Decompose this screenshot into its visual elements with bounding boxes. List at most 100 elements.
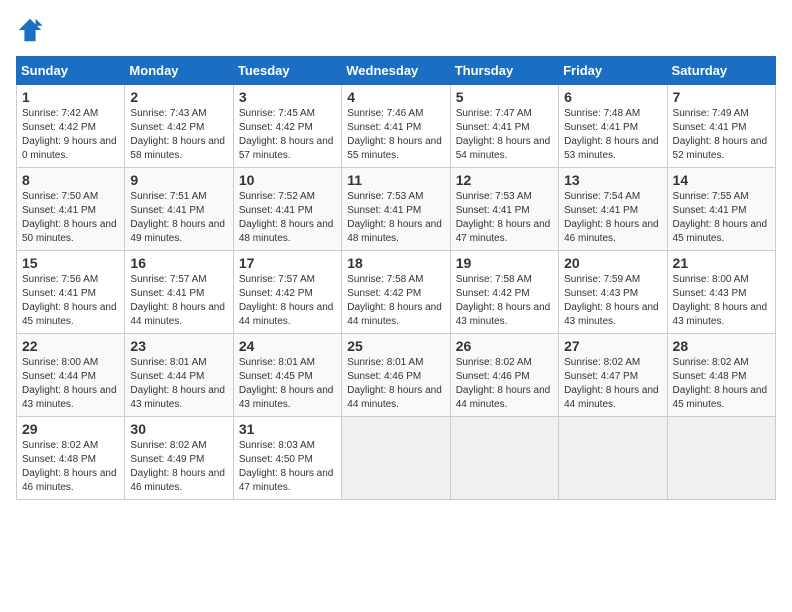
header-wednesday: Wednesday [342, 57, 450, 85]
week-row-2: 8Sunrise: 7:50 AMSunset: 4:41 PMDaylight… [17, 168, 776, 251]
day-cell [450, 417, 558, 500]
week-row-1: 1 Sunrise: 7:42 AMSunset: 4:42 PMDaylight… [17, 85, 776, 168]
day-info: Sunrise: 7:43 AMSunset: 4:42 PMDaylight:… [130, 107, 227, 163]
day-info: Sunrise: 7:57 AMSunset: 4:41 PMDaylight:… [130, 273, 227, 329]
day-info: Sunrise: 8:02 AMSunset: 4:49 PMDaylight:… [130, 439, 227, 495]
day-info: Sunrise: 8:00 AMSunset: 4:43 PMDaylight:… [673, 273, 770, 329]
day-cell: 21 Sunrise: 8:00 AMSunset: 4:43 PMDayligh… [667, 251, 775, 334]
day-info: Sunrise: 7:52 AMSunset: 4:41 PMDaylight:… [239, 190, 336, 246]
day-info: Sunrise: 7:54 AMSunset: 4:41 PMDaylight:… [564, 190, 661, 246]
header-monday: Monday [125, 57, 233, 85]
day-cell: 30 Sunrise: 8:02 AMSunset: 4:49 PMDayligh… [125, 417, 233, 500]
day-number: 15 [22, 255, 119, 271]
day-number: 1 [22, 89, 119, 105]
day-cell: 25 Sunrise: 8:01 AMSunset: 4:46 PMDayligh… [342, 334, 450, 417]
day-number: 18 [347, 255, 444, 271]
calendar-table: SundayMondayTuesdayWednesdayThursdayFrid… [16, 56, 776, 500]
day-cell: 23 Sunrise: 8:01 AMSunset: 4:44 PMDayligh… [125, 334, 233, 417]
day-info: Sunrise: 7:49 AMSunset: 4:41 PMDaylight:… [673, 107, 770, 163]
day-cell: 7 Sunrise: 7:49 AMSunset: 4:41 PMDaylight… [667, 85, 775, 168]
day-info: Sunrise: 7:42 AMSunset: 4:42 PMDaylight:… [22, 107, 119, 163]
day-info: Sunrise: 7:53 AMSunset: 4:41 PMDaylight:… [347, 190, 444, 246]
day-cell: 20 Sunrise: 7:59 AMSunset: 4:43 PMDayligh… [559, 251, 667, 334]
day-number: 29 [22, 421, 119, 437]
day-info: Sunrise: 8:01 AMSunset: 4:46 PMDaylight:… [347, 356, 444, 412]
day-cell: 15Sunrise: 7:56 AMSunset: 4:41 PMDayligh… [17, 251, 125, 334]
day-cell: 19 Sunrise: 7:58 AMSunset: 4:42 PMDayligh… [450, 251, 558, 334]
day-cell: 22Sunrise: 8:00 AMSunset: 4:44 PMDayligh… [17, 334, 125, 417]
day-number: 12 [456, 172, 553, 188]
day-info: Sunrise: 7:50 AMSunset: 4:41 PMDaylight:… [22, 190, 119, 246]
logo [16, 16, 48, 44]
day-number: 30 [130, 421, 227, 437]
day-cell: 5 Sunrise: 7:47 AMSunset: 4:41 PMDaylight… [450, 85, 558, 168]
day-cell: 4Sunrise: 7:46 AMSunset: 4:41 PMDaylight… [342, 85, 450, 168]
day-info: Sunrise: 7:59 AMSunset: 4:43 PMDaylight:… [564, 273, 661, 329]
header-saturday: Saturday [667, 57, 775, 85]
day-number: 21 [673, 255, 770, 271]
week-row-3: 15Sunrise: 7:56 AMSunset: 4:41 PMDayligh… [17, 251, 776, 334]
day-info: Sunrise: 7:58 AMSunset: 4:42 PMDaylight:… [456, 273, 553, 329]
day-number: 31 [239, 421, 336, 437]
day-number: 14 [673, 172, 770, 188]
day-info: Sunrise: 8:03 AMSunset: 4:50 PMDaylight:… [239, 439, 336, 495]
day-number: 13 [564, 172, 661, 188]
day-info: Sunrise: 7:58 AMSunset: 4:42 PMDaylight:… [347, 273, 444, 329]
day-cell [342, 417, 450, 500]
days-header-row: SundayMondayTuesdayWednesdayThursdayFrid… [17, 57, 776, 85]
day-number: 17 [239, 255, 336, 271]
day-number: 25 [347, 338, 444, 354]
header-thursday: Thursday [450, 57, 558, 85]
day-number: 9 [130, 172, 227, 188]
day-info: Sunrise: 7:45 AMSunset: 4:42 PMDaylight:… [239, 107, 336, 163]
day-cell: 29 Sunrise: 8:02 AMSunset: 4:48 PMDayligh… [17, 417, 125, 500]
day-number: 27 [564, 338, 661, 354]
logo-icon [16, 16, 44, 44]
day-info: Sunrise: 7:47 AMSunset: 4:41 PMDaylight:… [456, 107, 553, 163]
day-cell: 26 Sunrise: 8:02 AMSunset: 4:46 PMDayligh… [450, 334, 558, 417]
day-number: 5 [456, 89, 553, 105]
day-cell: 13 Sunrise: 7:54 AMSunset: 4:41 PMDayligh… [559, 168, 667, 251]
day-cell: 6Sunrise: 7:48 AMSunset: 4:41 PMDaylight… [559, 85, 667, 168]
day-cell: 27 Sunrise: 8:02 AMSunset: 4:47 PMDayligh… [559, 334, 667, 417]
day-number: 22 [22, 338, 119, 354]
day-number: 23 [130, 338, 227, 354]
day-number: 7 [673, 89, 770, 105]
day-cell: 2 Sunrise: 7:43 AMSunset: 4:42 PMDaylight… [125, 85, 233, 168]
day-number: 26 [456, 338, 553, 354]
day-number: 10 [239, 172, 336, 188]
header-tuesday: Tuesday [233, 57, 341, 85]
day-number: 24 [239, 338, 336, 354]
day-info: Sunrise: 8:02 AMSunset: 4:46 PMDaylight:… [456, 356, 553, 412]
day-info: Sunrise: 7:53 AMSunset: 4:41 PMDaylight:… [456, 190, 553, 246]
day-number: 6 [564, 89, 661, 105]
day-cell: 3Sunrise: 7:45 AMSunset: 4:42 PMDaylight… [233, 85, 341, 168]
header-sunday: Sunday [17, 57, 125, 85]
day-cell: 14 Sunrise: 7:55 AMSunset: 4:41 PMDayligh… [667, 168, 775, 251]
day-cell: 12 Sunrise: 7:53 AMSunset: 4:41 PMDayligh… [450, 168, 558, 251]
day-number: 11 [347, 172, 444, 188]
day-info: Sunrise: 8:02 AMSunset: 4:48 PMDaylight:… [22, 439, 119, 495]
day-cell: 24 Sunrise: 8:01 AMSunset: 4:45 PMDayligh… [233, 334, 341, 417]
week-row-5: 29 Sunrise: 8:02 AMSunset: 4:48 PMDayligh… [17, 417, 776, 500]
day-info: Sunrise: 7:57 AMSunset: 4:42 PMDaylight:… [239, 273, 336, 329]
day-info: Sunrise: 8:02 AMSunset: 4:47 PMDaylight:… [564, 356, 661, 412]
day-number: 16 [130, 255, 227, 271]
day-info: Sunrise: 8:02 AMSunset: 4:48 PMDaylight:… [673, 356, 770, 412]
day-cell: 1 Sunrise: 7:42 AMSunset: 4:42 PMDaylight… [17, 85, 125, 168]
day-info: Sunrise: 7:51 AMSunset: 4:41 PMDaylight:… [130, 190, 227, 246]
day-number: 2 [130, 89, 227, 105]
day-number: 28 [673, 338, 770, 354]
day-cell: 11 Sunrise: 7:53 AMSunset: 4:41 PMDayligh… [342, 168, 450, 251]
day-cell: 31 Sunrise: 8:03 AMSunset: 4:50 PMDayligh… [233, 417, 341, 500]
header-friday: Friday [559, 57, 667, 85]
header [16, 16, 776, 44]
day-cell: 18 Sunrise: 7:58 AMSunset: 4:42 PMDayligh… [342, 251, 450, 334]
day-cell: 16 Sunrise: 7:57 AMSunset: 4:41 PMDayligh… [125, 251, 233, 334]
day-number: 19 [456, 255, 553, 271]
day-info: Sunrise: 8:01 AMSunset: 4:44 PMDaylight:… [130, 356, 227, 412]
day-number: 20 [564, 255, 661, 271]
day-info: Sunrise: 7:55 AMSunset: 4:41 PMDaylight:… [673, 190, 770, 246]
day-info: Sunrise: 8:01 AMSunset: 4:45 PMDaylight:… [239, 356, 336, 412]
day-cell: 8Sunrise: 7:50 AMSunset: 4:41 PMDaylight… [17, 168, 125, 251]
